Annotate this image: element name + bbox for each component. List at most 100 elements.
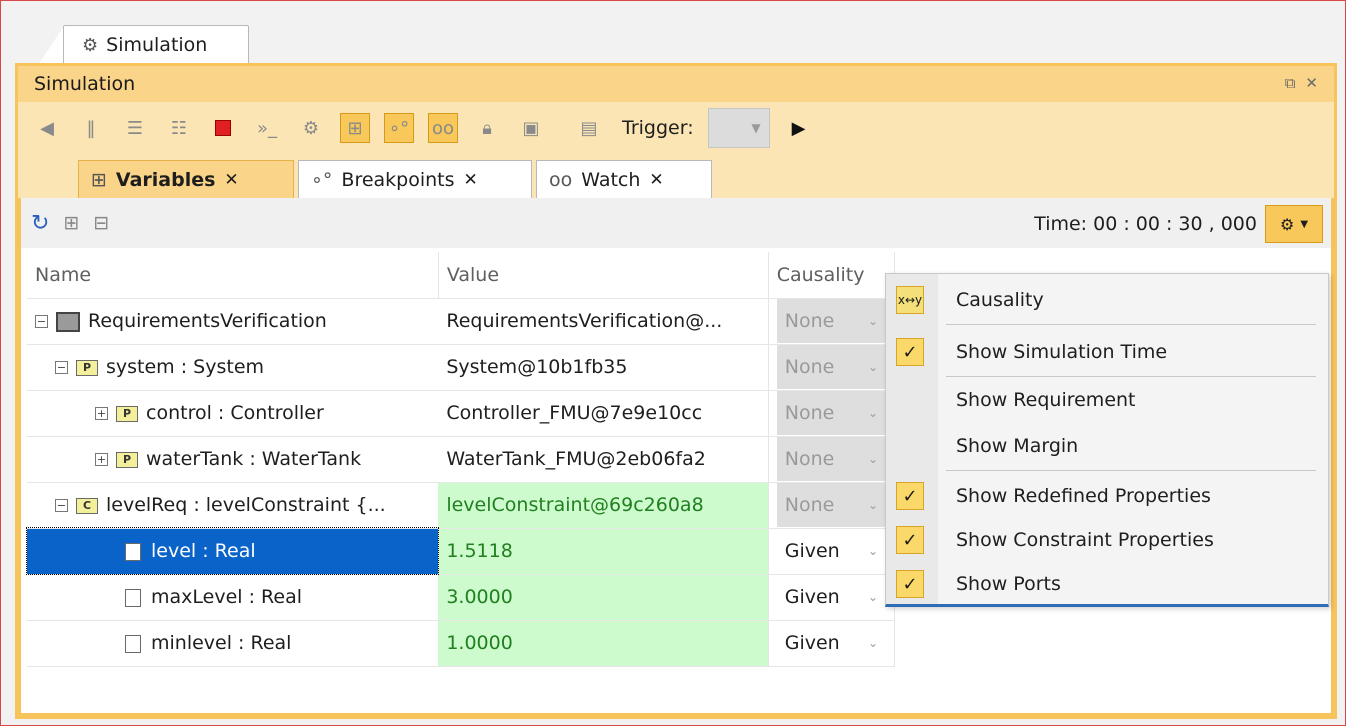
part-icon: P <box>116 405 138 422</box>
tab-variables[interactable]: ⊞ Variables ✕ <box>78 160 294 198</box>
run-config-icon[interactable]: ▤ <box>574 113 604 143</box>
row-value: Controller_FMU@7e9e10cc <box>446 402 703 424</box>
step-into-icon[interactable]: ☰ <box>120 113 150 143</box>
menu-item-label: Show Simulation Time <box>956 341 1168 363</box>
menu-divider <box>946 470 1316 471</box>
collapse-icon[interactable]: − <box>55 499 68 512</box>
value-property-icon <box>125 588 141 607</box>
pause-icon[interactable]: ‖ <box>76 113 106 143</box>
lock-icon[interactable]: 🔒︎ <box>472 113 502 143</box>
table-row[interactable]: − RequirementsVerification RequirementsVe… <box>27 298 896 345</box>
collapse-all-icon[interactable]: ⊟ <box>93 212 109 234</box>
table-row[interactable]: + Pcontrol : Controller Controller_FMU@7e… <box>27 390 896 437</box>
table-row[interactable]: − ClevelReq : levelConstraint {... levelC… <box>27 482 896 529</box>
menu-item-label: Causality <box>956 289 1044 311</box>
column-header-causality[interactable]: Causality <box>768 252 896 299</box>
close-icon[interactable]: ✕ <box>1305 74 1318 92</box>
breakpoints-icon: ∘° <box>311 168 333 191</box>
table-row[interactable]: level : Real 1.5118 Given ⌄ <box>25 527 896 575</box>
expand-all-icon[interactable]: ⊞ <box>63 212 79 234</box>
scroll-right-icon[interactable]: ▶ <box>784 113 814 143</box>
options-menu: x↔y Causality ✓ Show Simulation Time Sho… <box>885 273 1329 607</box>
menu-item-show-ports[interactable]: ✓ Show Ports <box>886 562 1328 606</box>
check-icon: ✓ <box>896 338 924 366</box>
close-breakpoints-tab-icon[interactable]: ✕ <box>464 170 478 190</box>
table-row[interactable]: + PwaterTank : WaterTank WaterTank_FMU@2e… <box>27 436 896 483</box>
column-header-name[interactable]: Name <box>27 252 439 299</box>
causality-select[interactable]: Given ⌄ <box>776 575 886 619</box>
options-dropdown-button[interactable]: ⚙ ▼ <box>1265 205 1323 243</box>
table-row[interactable]: maxLevel : Real 3.0000 Given ⌄ <box>27 574 896 621</box>
check-icon: ✓ <box>896 526 924 554</box>
row-value: levelConstraint@69c260a8 <box>446 494 704 516</box>
restore-icon[interactable]: ⧉ <box>1285 74 1296 92</box>
menu-item-show-requirement[interactable]: Show Requirement <box>886 378 1328 422</box>
watch-icon: oo <box>549 168 573 191</box>
settings-gear-icon[interactable]: ⚙ <box>296 113 326 143</box>
scroll-left-icon[interactable]: ◀ <box>32 113 62 143</box>
menu-item-show-margin[interactable]: Show Margin <box>886 424 1328 468</box>
table-row[interactable]: − Psystem : System System@10b1fb35 None ⌄ <box>27 344 896 391</box>
row-value: 3.0000 <box>446 586 513 608</box>
collapse-icon[interactable]: − <box>55 361 68 374</box>
causality-value: Given <box>784 586 840 608</box>
causality-select[interactable]: None ⌄ <box>776 391 886 435</box>
chevron-down-icon: ⌄ <box>867 452 878 466</box>
tab-simulation[interactable]: ⚙ Simulation <box>63 25 249 64</box>
refresh-icon[interactable]: ↻ <box>31 211 49 236</box>
menu-divider <box>946 324 1316 325</box>
menu-item-show-constraint-properties[interactable]: ✓ Show Constraint Properties <box>886 518 1328 562</box>
row-value: RequirementsVerification@... <box>446 310 723 332</box>
causality-select[interactable]: None ⌄ <box>776 345 886 389</box>
table-row[interactable]: minlevel : Real 1.0000 Given ⌄ <box>27 620 896 667</box>
variables-icon: ⊞ <box>91 168 107 191</box>
tab-watch[interactable]: oo Watch ✕ <box>536 160 712 198</box>
value-property-icon <box>125 542 141 561</box>
subtab-bar: ⊞ Variables ✕ ∘° Breakpoints ✕ oo Watch … <box>18 154 1334 198</box>
causality-select[interactable]: None ⌄ <box>776 483 886 527</box>
export-icon[interactable]: ▣ <box>516 113 546 143</box>
block-icon <box>56 311 80 332</box>
menu-item-label: Show Margin <box>956 435 1079 457</box>
row-name: maxLevel : Real <box>151 586 302 608</box>
console-icon[interactable]: »_ <box>252 113 282 143</box>
chevron-down-icon: ⌄ <box>867 314 878 328</box>
row-value: 1.0000 <box>446 632 513 654</box>
column-header-value[interactable]: Value <box>438 252 769 299</box>
tab-breakpoints[interactable]: ∘° Breakpoints ✕ <box>298 160 532 198</box>
menu-item-causality[interactable]: x↔y Causality <box>886 278 1328 322</box>
menu-item-show-redefined-properties[interactable]: ✓ Show Redefined Properties <box>886 474 1328 518</box>
value-property-icon <box>125 634 141 653</box>
chevron-down-icon: ⌄ <box>867 360 878 374</box>
close-variables-tab-icon[interactable]: ✕ <box>224 170 238 190</box>
variables-toggle-icon[interactable]: ⊞ <box>340 113 370 143</box>
menu-item-show-simulation-time[interactable]: ✓ Show Simulation Time <box>886 330 1328 374</box>
causality-value: None <box>784 494 835 516</box>
step-over-icon[interactable]: ☷ <box>164 113 194 143</box>
expand-icon[interactable]: + <box>95 453 108 466</box>
tab-breakpoints-label: Breakpoints <box>341 168 455 191</box>
menu-item-label: Show Ports <box>956 573 1061 595</box>
causality-select[interactable]: None ⌄ <box>776 299 886 343</box>
trigger-combo[interactable]: ▼ <box>707 108 770 148</box>
trigger-label: Trigger: <box>622 117 694 139</box>
stop-icon[interactable] <box>208 113 238 143</box>
simulation-time: Time: 00 : 00 : 30 , 000 <box>1034 213 1257 235</box>
menu-item-label: Show Requirement <box>956 389 1136 411</box>
causality-value: Given <box>784 632 840 654</box>
collapse-icon[interactable]: − <box>35 315 48 328</box>
row-value: WaterTank_FMU@2eb06fa2 <box>446 448 706 470</box>
watch-toggle-icon[interactable]: oo <box>428 113 458 143</box>
constraint-icon: C <box>76 497 98 514</box>
chevron-down-icon: ▼ <box>1300 218 1309 230</box>
window-frame: ⚙ Simulation Simulation ⧉ ✕ ◀ ‖ ☰ ☷ »_ ⚙… <box>0 0 1346 726</box>
close-watch-tab-icon[interactable]: ✕ <box>649 170 663 190</box>
expand-icon[interactable]: + <box>95 407 108 420</box>
breakpoints-toggle-icon[interactable]: ∘° <box>384 113 414 143</box>
causality-select[interactable]: Given ⌄ <box>776 529 886 573</box>
causality-select[interactable]: None ⌄ <box>776 437 886 481</box>
causality-select[interactable]: Given ⌄ <box>776 621 886 665</box>
causality-icon: x↔y <box>896 286 924 314</box>
chevron-down-icon: ⌄ <box>867 544 878 558</box>
row-value: 1.5118 <box>446 540 513 562</box>
